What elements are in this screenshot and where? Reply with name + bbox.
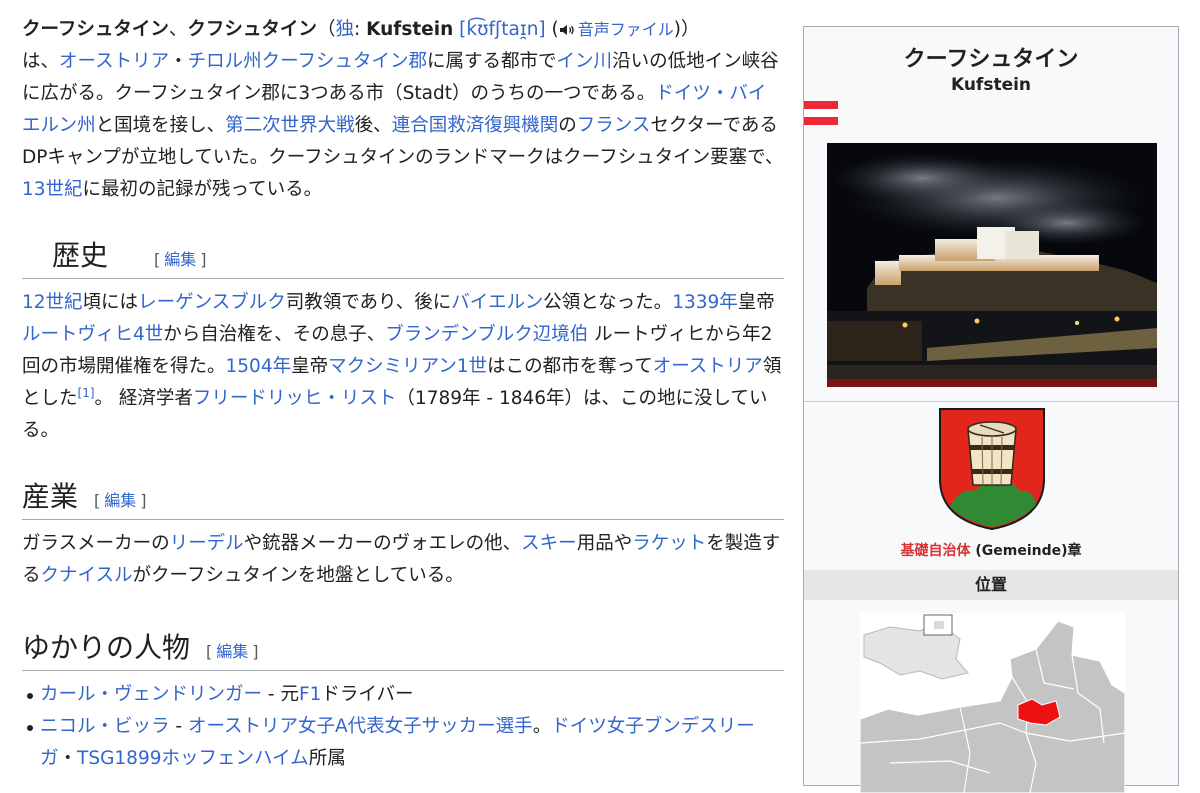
- industry-paragraph: ガラスメーカーのリーデルや銃器メーカーのヴォエレの他、スキー用品やラケットを製造…: [22, 533, 781, 586]
- edit-link-industry[interactable]: 編集: [104, 491, 136, 510]
- link-district[interactable]: クーフシュタイン郡: [262, 51, 427, 72]
- fortress-photo[interactable]: [827, 143, 1157, 387]
- link-france[interactable]: フランス: [577, 115, 651, 136]
- link-ludwig[interactable]: ルートヴィヒ4世: [22, 324, 163, 345]
- link-13th-century[interactable]: 13世紀: [22, 179, 83, 200]
- heading-history: 歴史[編集]: [22, 238, 784, 279]
- edit-section-history: [編集]: [154, 250, 207, 269]
- austria-flag-icon[interactable]: [804, 101, 838, 125]
- link-12th-century[interactable]: 12世紀: [22, 292, 83, 313]
- list-item: カール・ヴェンドリンガー - 元F1ドライバー: [27, 679, 784, 711]
- location-map[interactable]: [860, 613, 1125, 793]
- link-bayern[interactable]: バイエルン: [451, 292, 543, 313]
- link-riedel[interactable]: リーデル: [170, 533, 244, 554]
- title-bold-2: クフシュタイン: [187, 19, 317, 40]
- link-1504[interactable]: 1504年: [226, 356, 292, 377]
- edit-section-people: [編集]: [206, 642, 259, 661]
- link-billa[interactable]: ニコル・ビッラ: [40, 716, 170, 737]
- german-name: Kufstein: [366, 19, 454, 40]
- reference-1[interactable]: [1]: [78, 386, 95, 400]
- infobox-title: クーフシュタイン: [903, 47, 1079, 72]
- link-1339[interactable]: 1339年: [672, 292, 738, 313]
- link-maximilian[interactable]: マクシミリアン1世: [328, 356, 487, 377]
- link-inn[interactable]: イン川: [557, 51, 613, 72]
- link-gemeinde[interactable]: 基礎自治体: [900, 543, 970, 559]
- list-item: ニコル・ビッラ - オーストリア女子A代表女子サッカー選手。ドイツ女子ブンデスリ…: [27, 711, 784, 775]
- link-austria-2[interactable]: オーストリア: [653, 356, 763, 377]
- link-tyrol[interactable]: チロル州: [188, 51, 262, 72]
- title-bold-1: クーフシュタイン: [22, 19, 169, 40]
- link-regensburg[interactable]: レーゲンスブルク: [138, 292, 286, 313]
- link-kneissl[interactable]: クナイスル: [41, 565, 133, 586]
- link-friedrich-list[interactable]: フリードリッヒ・リスト: [193, 388, 397, 409]
- location-header: 位置: [804, 570, 1178, 600]
- link-austria[interactable]: オーストリア: [59, 51, 169, 72]
- ipa-link[interactable]: [k͡ʊfʃtaɪ̯n]: [459, 19, 546, 40]
- infobox-subtitle: Kufstein: [950, 75, 1032, 95]
- edit-section-industry: [編集]: [94, 491, 147, 510]
- link-unrra[interactable]: 連合国救済復興機関: [392, 115, 559, 136]
- edit-link-history[interactable]: 編集: [164, 250, 196, 269]
- people-list: カール・ヴェンドリンガー - 元F1ドライバー ニコル・ビッラ - オーストリア…: [22, 679, 784, 775]
- infobox: クーフシュタイン Kufstein 基礎自治体 (Gemeinde)章 位置: [803, 26, 1179, 793]
- heading-industry: 産業[編集]: [22, 479, 784, 520]
- infobox-divider: [804, 401, 1178, 402]
- link-wendlinger[interactable]: カール・ヴェンドリンガー: [40, 684, 262, 705]
- speaker-icon[interactable]: [559, 24, 575, 36]
- history-paragraph: 12世紀頃にはレーゲンスブルク司教領であり、後にバイエルン公領となった。1339…: [22, 292, 782, 441]
- coat-of-arms-caption: 基礎自治体 (Gemeinde)章: [900, 543, 1082, 559]
- heading-people: ゆかりの人物[編集]: [22, 630, 784, 671]
- link-ww2[interactable]: 第二次世界大戦: [225, 115, 355, 136]
- link-f1[interactable]: F1: [299, 684, 321, 705]
- link-ski[interactable]: スキー: [521, 533, 577, 554]
- lang-link[interactable]: 独: [335, 19, 354, 40]
- link-racket[interactable]: ラケット: [632, 533, 706, 554]
- intro-paragraph: クーフシュタイン、クフシュタイン（独: Kufstein [k͡ʊfʃtaɪ̯n…: [22, 19, 784, 200]
- link-brandenburg[interactable]: ブランデンブルク辺境伯: [385, 324, 588, 345]
- link-women-national-team[interactable]: オーストリア女子A代表女子サッカー選手: [188, 716, 533, 737]
- edit-link-people[interactable]: 編集: [216, 642, 248, 661]
- audio-file-link[interactable]: 音声ファイル: [578, 20, 674, 39]
- link-hoffenheim[interactable]: TSG1899ホッフェンハイム: [77, 748, 309, 769]
- coat-of-arms-image[interactable]: [938, 407, 1046, 531]
- article-content: クーフシュタイン、クフシュタイン（独: Kufstein [k͡ʊfʃtaɪ̯n…: [22, 14, 784, 775]
